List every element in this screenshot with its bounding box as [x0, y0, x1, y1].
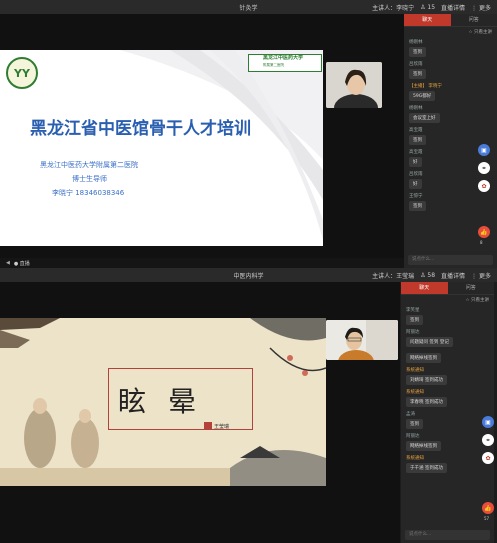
screen-icon[interactable]: ▣	[482, 416, 494, 428]
top-more-button[interactable]: ⋮ 更多	[471, 3, 491, 12]
presenter-avatar	[326, 320, 398, 360]
chat-item: 王惊宁 签到	[404, 191, 497, 213]
slide-line-2: 博士生导师	[72, 175, 107, 183]
chat-item: 吕欣雨 签到	[404, 59, 497, 81]
presenter-avatar	[326, 62, 382, 108]
bottom-chat-panel: 聊天 问答 ☆ 只看主讲 李笑星 签到 阿丽达 问题疑问 签到 登记 网络掉线签到 …	[401, 282, 494, 543]
chat-input[interactable]: 说点什么...	[408, 255, 493, 265]
chat-item: 孟涛 签到	[401, 409, 494, 431]
chat-item: 网络掉线签到	[401, 349, 494, 365]
like-count: 8	[480, 240, 483, 245]
tab-chat[interactable]: 聊天	[404, 14, 451, 26]
slide-title: 眩晕	[118, 385, 219, 418]
top-slide: YY 黑龙江中医药大学 附属第二医院 黑龙江省中医馆骨干人才培训 黑龙江中医药大…	[0, 50, 323, 246]
chat-item: 杨刚林 会议室上好	[404, 103, 497, 125]
bottom-stage: 眩晕 王莹瑞	[0, 282, 400, 543]
slide-author: 王莹瑞	[214, 424, 230, 430]
top-player-bar: ◀ ● 直播	[0, 258, 410, 268]
college-logo: YY	[6, 57, 38, 89]
filter-host-only[interactable]: ☆ 只看主讲	[404, 27, 497, 37]
chat-item: 阿丽达 问题疑问 签到 登记	[401, 327, 494, 349]
like-icon[interactable]: 👍	[478, 226, 490, 238]
filter-host-only[interactable]: ☆ 只看主讲	[401, 295, 494, 305]
like-icon[interactable]: 👍	[482, 502, 494, 514]
school-logo: 黑龙江中医药大学 附属第二医院	[248, 54, 322, 72]
bottom-live-detail-button[interactable]: 直播详情	[441, 271, 465, 280]
slide-line-1: 黑龙江中医药大学附属第二医院	[40, 161, 138, 169]
slide-title: 黑龙江省中医馆骨干人才培训	[30, 119, 251, 139]
chat-item: 杨刚林 签到	[404, 37, 497, 59]
gift-icon[interactable]: ✿	[482, 452, 494, 464]
top-live-detail-button[interactable]: 直播详情	[441, 3, 465, 12]
top-viewer-count: ♙ 15	[420, 4, 436, 11]
chat-item: 李笑星 签到	[401, 305, 494, 327]
chat-item: 系统通知 李春晓 签到成功	[401, 387, 494, 409]
slide-background-waves	[120, 50, 323, 240]
presenter-camera	[326, 320, 398, 360]
tab-qa[interactable]: 问答	[451, 14, 497, 26]
top-title-bar: 针灸学 主讲人：李晓宁 ♙ 15 直播详情 ⋮ 更多	[0, 0, 497, 14]
bottom-live-window: 中医内科学 主讲人：王莹瑞 ♙ 58 直播详情 ⋮ 更多 眩晕 王莹瑞 聊天 问…	[0, 268, 497, 543]
chat-item: 系统通知 于千涵 签到成功	[401, 453, 494, 475]
chat-item: 系统通知 刘婧琦 签到成功	[401, 365, 494, 387]
live-label: ● 直播	[13, 260, 30, 267]
top-stage: 返回全屏 屏幕共享 暂停 结束 结束直播 YY 黑龙江中医药大学 附属第二医院 …	[0, 14, 410, 268]
bottom-viewer-count: ♙ 58	[420, 272, 436, 279]
screen-icon[interactable]: ▣	[478, 144, 490, 156]
top-live-window: 针灸学 主讲人：李晓宁 ♙ 15 直播详情 ⋮ 更多 返回全屏 屏幕共享 暂停 …	[0, 0, 497, 268]
volume-icon[interactable]: ◀	[6, 260, 10, 266]
chat-input[interactable]: 说点什么...	[405, 530, 490, 540]
seal-stamp	[204, 422, 212, 430]
like-count: 57	[484, 516, 490, 521]
bottom-host-label: 主讲人：王莹瑞	[372, 273, 415, 280]
bottom-more-button[interactable]: ⋮ 更多	[471, 271, 491, 280]
chat-item: 阿丽达 网络掉线签到	[401, 431, 494, 453]
share-icon[interactable]: ⚭	[482, 434, 494, 446]
share-icon[interactable]: ⚭	[478, 162, 490, 174]
slide-line-3: 李晓宁 18346038346	[52, 189, 125, 197]
top-host-label: 主讲人：李晓宁	[372, 5, 415, 12]
bottom-slide: 眩晕 王莹瑞	[0, 318, 326, 486]
presenter-camera	[326, 62, 382, 108]
gift-icon[interactable]: ✿	[478, 180, 490, 192]
tab-qa[interactable]: 问答	[448, 282, 495, 294]
chat-item: 【主播】 李晓宁 59G都好	[409, 84, 442, 101]
bottom-title-bar: 中医内科学 主讲人：王莹瑞 ♙ 58 直播详情 ⋮ 更多	[0, 268, 497, 282]
tab-chat[interactable]: 聊天	[401, 282, 448, 294]
